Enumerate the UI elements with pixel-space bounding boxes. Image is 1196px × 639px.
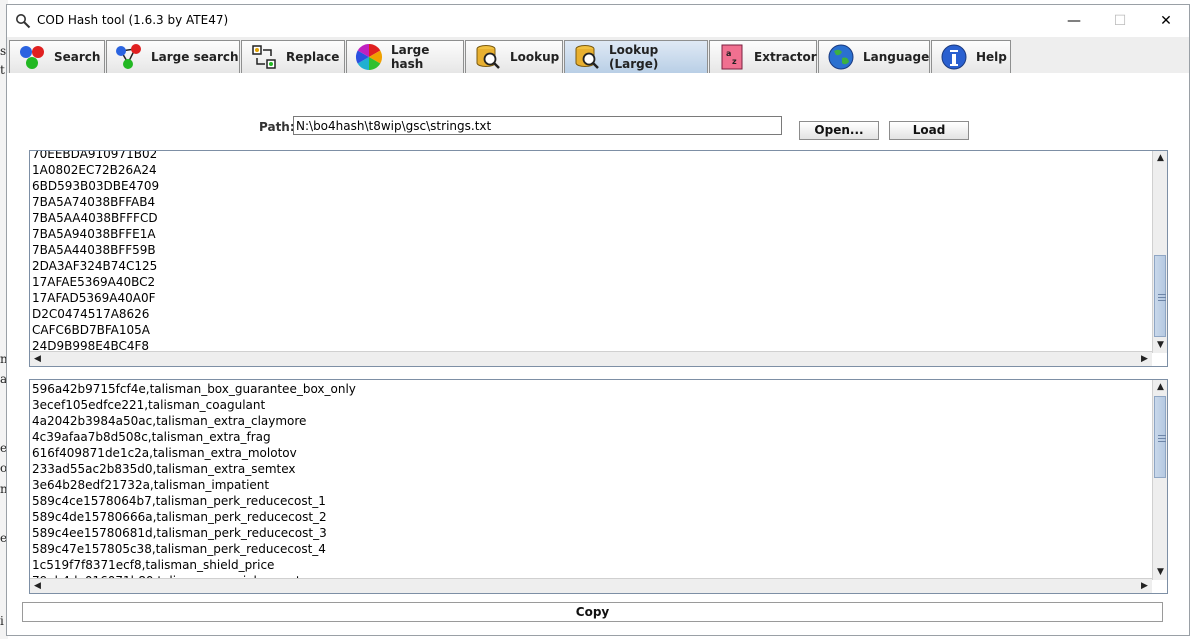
- list-item: 70EEBDA910971B02: [32, 150, 158, 161]
- list-item: 7BA5A74038BFFAB4: [32, 195, 156, 209]
- list-item: 1c519f7f8371ecf8,talisman_shield_price: [32, 558, 275, 572]
- scroll-right-icon[interactable]: ▶: [1137, 352, 1152, 366]
- title-bar: COD Hash tool (1.6.3 by ATE47) — ☐ ✕: [7, 5, 1189, 37]
- tab-extractor[interactable]: a z Extractor: [709, 40, 817, 73]
- database-search-icon: [476, 45, 500, 69]
- tab-lookup[interactable]: Lookup: [465, 40, 563, 73]
- horizontal-scrollbar[interactable]: ◀ ▶: [30, 578, 1152, 593]
- list-item: 6BD593B03DBE4709: [32, 179, 160, 193]
- list-item: 3e64b28edf21732a,talisman_impatient: [32, 478, 270, 492]
- minimize-button[interactable]: —: [1051, 5, 1097, 37]
- tab-label: Language: [863, 50, 930, 64]
- list-item: 233ad55ac2b835d0,talisman_extra_semtex: [32, 462, 296, 476]
- tab-label: Large hash: [391, 43, 430, 71]
- scroll-down-icon[interactable]: ▼: [1153, 338, 1167, 353]
- tab-replace[interactable]: Replace: [241, 40, 345, 73]
- list-item: 7BA5AA4038BFFFCD: [32, 211, 158, 225]
- list-item: 17AFAD5369A40A0F: [32, 291, 156, 305]
- color-wheel-icon: [355, 43, 383, 71]
- window-title: COD Hash tool (1.6.3 by ATE47): [37, 13, 229, 27]
- background-glyph: i: [0, 614, 4, 628]
- path-label: Path:: [259, 120, 295, 134]
- vertical-scrollbar[interactable]: ▲ ▼: [1152, 151, 1167, 353]
- list-item: 616f409871de1c2a,talisman_extra_molotov: [32, 446, 297, 460]
- list-item: 589c4ce1578064b7,talisman_perk_reducecos…: [32, 494, 326, 508]
- close-button[interactable]: ✕: [1143, 5, 1189, 37]
- list-item: 2DA3AF324B74C125: [32, 259, 158, 273]
- list-item: 4a2042b3984a50ac,talisman_extra_claymore: [32, 414, 307, 428]
- scroll-thumb[interactable]: [1154, 255, 1166, 337]
- hash-input-area[interactable]: 70EEBDA910971B02 1A0802EC72B26A24 6BD593B0…: [29, 150, 1168, 367]
- dots-icon: [20, 46, 44, 69]
- svg-text:z: z: [732, 57, 737, 66]
- copy-button[interactable]: Copy: [22, 602, 1163, 622]
- open-button[interactable]: Open...: [799, 121, 879, 140]
- magnifier-app-icon: [16, 14, 31, 29]
- list-item: D2C0474517A8626: [32, 307, 150, 321]
- result-output-area[interactable]: 596a42b9715fcf4e,talisman_box_guarantee_…: [29, 379, 1168, 594]
- list-item: 589c4ee15780681d,talisman_perk_reducecos…: [32, 526, 327, 540]
- vertical-scrollbar[interactable]: ▲ ▼: [1152, 380, 1167, 580]
- tab-bar: Search Large search Replace Large hash L…: [7, 37, 1189, 73]
- list-item: 7BA5A44038BFF59B: [32, 243, 156, 257]
- globe-icon: [828, 44, 854, 70]
- tab-label: Lookup: [510, 50, 560, 64]
- list-item: CAFC6BD7BFA105A: [32, 323, 150, 337]
- tab-large-hash[interactable]: Large hash: [346, 40, 464, 73]
- svg-text:a: a: [726, 49, 731, 58]
- scroll-left-icon[interactable]: ◀: [30, 579, 45, 593]
- result-output-lines: 596a42b9715fcf4e,talisman_box_guarantee_…: [32, 381, 356, 589]
- tab-help[interactable]: Help: [931, 40, 1011, 73]
- scroll-left-icon[interactable]: ◀: [30, 352, 45, 366]
- horizontal-scrollbar[interactable]: ◀ ▶: [30, 351, 1152, 366]
- maximize-button[interactable]: ☐: [1097, 5, 1143, 37]
- scroll-down-icon[interactable]: ▼: [1153, 565, 1167, 580]
- hash-input-lines: 70EEBDA910971B02 1A0802EC72B26A24 6BD593B0…: [32, 150, 160, 354]
- background-glyph: t: [0, 63, 5, 77]
- tab-large-search[interactable]: Large search: [106, 40, 240, 73]
- tab-label: Extractor: [754, 50, 817, 64]
- list-item: 3ecef105edfce221,talisman_coagulant: [32, 398, 266, 412]
- load-button[interactable]: Load: [889, 121, 969, 140]
- scroll-up-icon[interactable]: ▲: [1153, 380, 1167, 395]
- tab-label: Replace: [286, 50, 340, 64]
- tab-label: Large search: [151, 50, 239, 64]
- tab-language[interactable]: Language: [818, 40, 930, 73]
- list-item: 589c4de15780666a,talisman_perk_reducecos…: [32, 510, 327, 524]
- scroll-thumb[interactable]: [1154, 396, 1166, 478]
- tab-label: Lookup (Large): [609, 43, 659, 71]
- graph-icon: [116, 44, 141, 69]
- list-item: 4c39afaa7b8d508c,talisman_extra_frag: [32, 430, 271, 444]
- path-input[interactable]: [293, 116, 782, 135]
- info-icon: [941, 44, 967, 70]
- list-item: 596a42b9715fcf4e,talisman_box_guarantee_…: [32, 382, 356, 396]
- list-item: 1A0802EC72B26A24: [32, 163, 157, 177]
- tab-label: Search: [54, 50, 101, 64]
- az-icon: a z: [721, 44, 743, 70]
- tab-lookup-large[interactable]: Lookup (Large): [564, 40, 708, 73]
- tab-label: Help: [976, 50, 1007, 64]
- list-item: 589c47e157805c38,talisman_perk_reducecos…: [32, 542, 326, 556]
- list-item: 17AFAE5369A40BC2: [32, 275, 156, 289]
- scroll-right-icon[interactable]: ▶: [1137, 579, 1152, 593]
- scroll-up-icon[interactable]: ▲: [1153, 151, 1167, 166]
- list-item: 7BA5A94038BFFE1A: [32, 227, 156, 241]
- database-search-icon: [575, 45, 599, 69]
- tab-search[interactable]: Search: [9, 40, 105, 73]
- replace-icon: [252, 45, 276, 69]
